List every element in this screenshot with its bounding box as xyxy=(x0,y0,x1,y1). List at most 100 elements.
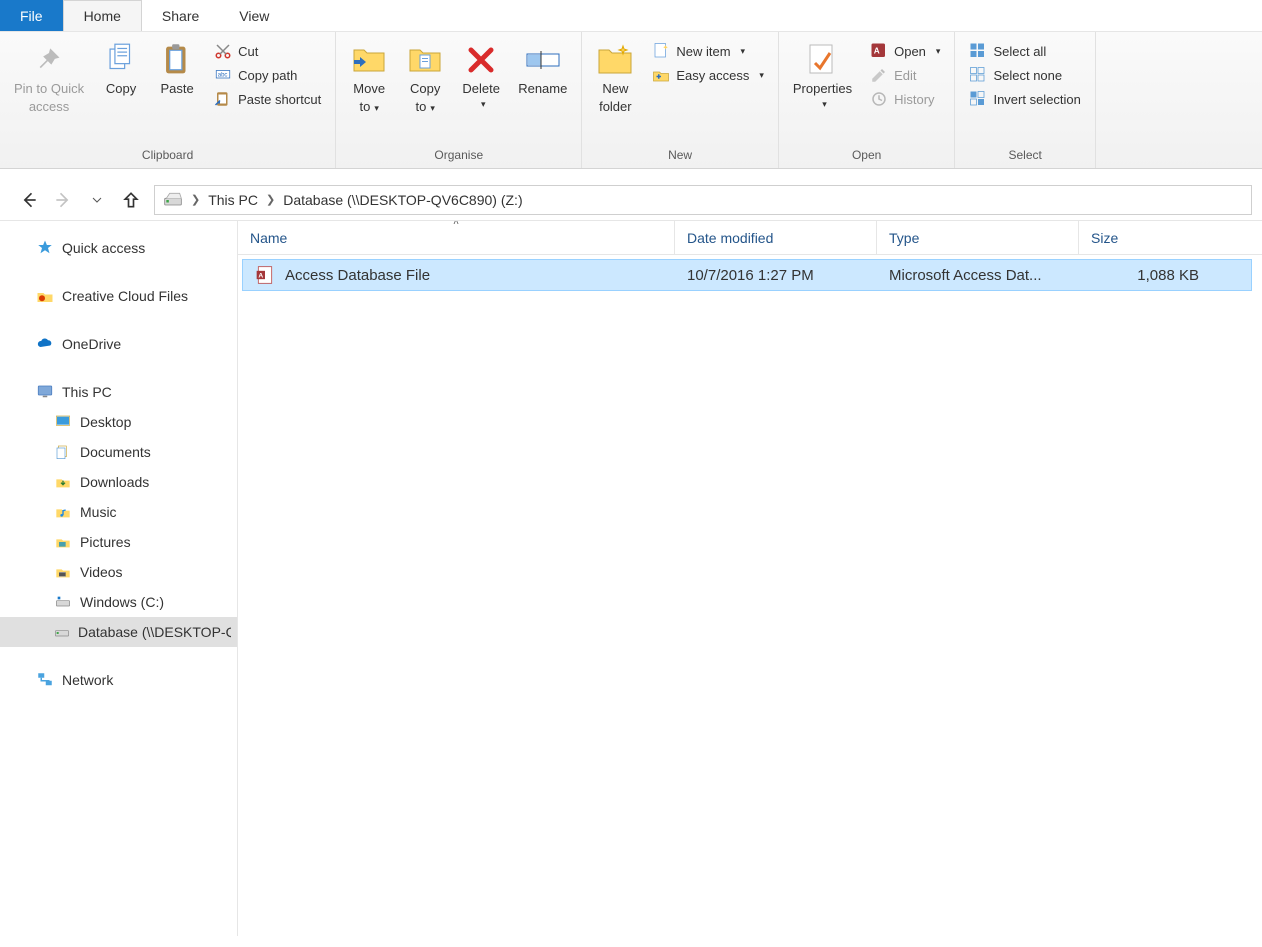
column-name[interactable]: Name ˄ xyxy=(238,221,674,254)
drive-icon xyxy=(163,191,183,209)
forward-button[interactable] xyxy=(52,189,74,211)
newfolder-label-2: folder xyxy=(599,100,632,114)
newfolder-label-1: New xyxy=(602,82,628,96)
nav-network[interactable]: Network xyxy=(0,665,237,695)
select-none-button[interactable]: Select none xyxy=(965,64,1066,86)
delete-button[interactable]: Delete ▾ xyxy=(456,38,506,114)
edit-button[interactable]: Edit xyxy=(866,64,920,86)
invert-selection-icon xyxy=(969,90,987,108)
breadcrumb-root[interactable]: This PC xyxy=(208,192,258,208)
delete-label: Delete xyxy=(462,82,500,96)
group-organise: Move to▾ Copy to▾ Delete ▾ xyxy=(336,32,582,168)
nav-quick-access-label: Quick access xyxy=(62,240,145,256)
nav-documents[interactable]: Documents xyxy=(0,437,237,467)
nav-network-label: Network xyxy=(62,672,113,688)
column-size-label: Size xyxy=(1091,230,1118,246)
group-organise-title: Organise xyxy=(344,146,573,166)
new-folder-button[interactable]: New folder xyxy=(590,38,640,119)
column-type[interactable]: Type xyxy=(876,221,1078,254)
file-row[interactable]: A Access Database File 10/7/2016 1:27 PM… xyxy=(242,259,1252,291)
select-all-button[interactable]: Select all xyxy=(965,40,1050,62)
star-icon xyxy=(36,239,54,257)
file-name: Access Database File xyxy=(285,267,430,284)
nav-downloads-label: Downloads xyxy=(80,474,149,490)
navigation-bar: ❯ This PC ❯ Database (\\DESKTOP-QV6C890)… xyxy=(0,179,1262,221)
access-file-icon: A xyxy=(255,265,275,285)
nav-quick-access[interactable]: Quick access xyxy=(0,233,237,263)
copy-path-button[interactable]: abc Copy path xyxy=(210,64,301,86)
new-item-button[interactable]: New item ▾ xyxy=(648,40,749,62)
copy-button[interactable]: Copy xyxy=(96,38,146,100)
invert-selection-button[interactable]: Invert selection xyxy=(965,88,1084,110)
nav-c-drive[interactable]: Windows (C:) xyxy=(0,587,237,617)
tab-view[interactable]: View xyxy=(219,0,289,31)
back-button[interactable] xyxy=(18,189,40,211)
copy-to-button[interactable]: Copy to▾ xyxy=(400,38,450,119)
copyto-label-1: Copy xyxy=(410,82,440,96)
properties-button[interactable]: Properties ▾ xyxy=(787,38,858,114)
open-button[interactable]: A Open ▾ xyxy=(866,40,944,62)
group-clipboard-title: Clipboard xyxy=(8,146,327,166)
network-drive-icon xyxy=(54,623,70,641)
pin-icon xyxy=(31,42,67,78)
invert-selection-label: Invert selection xyxy=(993,92,1080,107)
copy-path-label: Copy path xyxy=(238,68,297,83)
column-type-label: Type xyxy=(889,230,919,246)
easy-access-label: Easy access xyxy=(676,68,749,83)
select-all-label: Select all xyxy=(993,44,1046,59)
nav-music[interactable]: Music xyxy=(0,497,237,527)
nav-c-drive-label: Windows (C:) xyxy=(80,594,164,610)
group-open-title: Open xyxy=(787,146,947,166)
address-bar[interactable]: ❯ This PC ❯ Database (\\DESKTOP-QV6C890)… xyxy=(154,185,1252,215)
onedrive-icon xyxy=(36,335,54,353)
nav-videos[interactable]: Videos xyxy=(0,557,237,587)
paste-shortcut-button[interactable]: Paste shortcut xyxy=(210,88,325,110)
nav-creative-cloud[interactable]: Creative Cloud Files xyxy=(0,281,237,311)
nav-pictures-label: Pictures xyxy=(80,534,131,550)
svg-text:abc: abc xyxy=(218,73,228,79)
pin-to-quick-access-button[interactable]: Pin to Quick access xyxy=(8,38,90,119)
copyto-label-2: to▾ xyxy=(416,100,435,114)
tab-home[interactable]: Home xyxy=(63,0,142,31)
drive-icon xyxy=(54,593,72,611)
move-to-button[interactable]: Move to▾ xyxy=(344,38,394,119)
chevron-right-icon[interactable]: ❯ xyxy=(266,193,275,206)
new-folder-icon xyxy=(597,42,633,78)
nav-z-drive[interactable]: Database (\\DESKTOP-QV6C890) (Z:) xyxy=(0,617,237,647)
up-button[interactable] xyxy=(120,189,142,211)
nav-this-pc-label: This PC xyxy=(62,384,112,400)
nav-desktop-label: Desktop xyxy=(80,414,131,430)
column-size[interactable]: Size xyxy=(1078,221,1210,254)
paste-button[interactable]: Paste xyxy=(152,38,202,100)
chevron-right-icon[interactable]: ❯ xyxy=(191,193,200,206)
nav-this-pc[interactable]: This PC xyxy=(0,377,237,407)
nav-desktop[interactable]: Desktop xyxy=(0,407,237,437)
tab-file[interactable]: File xyxy=(0,0,63,31)
move-to-icon xyxy=(351,42,387,78)
cut-button[interactable]: Cut xyxy=(210,40,262,62)
column-date-label: Date modified xyxy=(687,230,773,246)
history-button[interactable]: History xyxy=(866,88,938,110)
select-none-label: Select none xyxy=(993,68,1062,83)
breadcrumb-current[interactable]: Database (\\DESKTOP-QV6C890) (Z:) xyxy=(283,192,522,208)
nav-downloads[interactable]: Downloads xyxy=(0,467,237,497)
desktop-icon xyxy=(54,413,72,431)
tab-share[interactable]: Share xyxy=(142,0,219,31)
copy-path-icon: abc xyxy=(214,66,232,84)
chevron-down-icon: ▾ xyxy=(370,103,379,113)
column-date[interactable]: Date modified xyxy=(674,221,876,254)
recent-locations-button[interactable] xyxy=(86,189,108,211)
group-clipboard: Pin to Quick access Copy Paste xyxy=(0,32,336,168)
new-item-label: New item xyxy=(676,44,730,59)
nav-pictures[interactable]: Pictures xyxy=(0,527,237,557)
music-icon xyxy=(54,503,72,521)
group-new-title: New xyxy=(590,146,770,166)
chevron-down-icon: ▾ xyxy=(818,100,827,110)
nav-onedrive[interactable]: OneDrive xyxy=(0,329,237,359)
navigation-pane: Quick access Creative Cloud Files OneDri… xyxy=(0,221,238,936)
chevron-down-icon: ▾ xyxy=(426,103,435,113)
easy-access-button[interactable]: Easy access ▾ xyxy=(648,64,768,86)
downloads-icon xyxy=(54,473,72,491)
file-date: 10/7/2016 1:27 PM xyxy=(675,267,877,284)
rename-button[interactable]: Rename xyxy=(512,38,573,100)
